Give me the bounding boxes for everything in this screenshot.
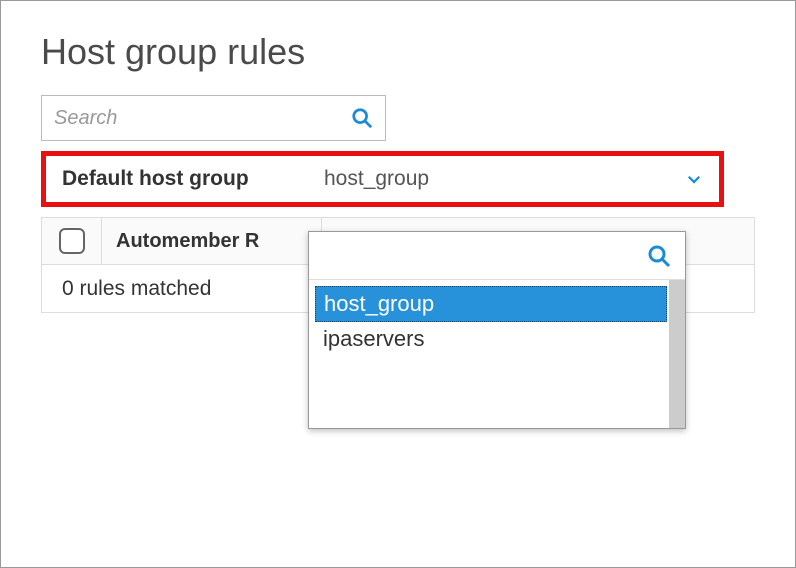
search-icon[interactable] (351, 107, 373, 129)
rules-matched-status: 0 rules matched (42, 277, 231, 301)
select-all-cell (42, 218, 102, 264)
search-bar (41, 95, 386, 141)
default-host-group-dropdown[interactable]: host_group (308, 156, 719, 202)
select-all-checkbox[interactable] (59, 228, 85, 254)
scrollbar[interactable] (669, 280, 685, 428)
column-header-automember[interactable]: Automember R (102, 218, 322, 264)
page-title: Host group rules (41, 31, 755, 73)
default-host-group-label: Default host group (46, 156, 308, 202)
search-input[interactable] (54, 107, 351, 130)
dropdown-filter-bar[interactable] (309, 232, 685, 280)
dropdown-options-list: host_group ipaservers (309, 280, 685, 428)
chevron-down-icon (685, 170, 703, 188)
dropdown-option-ipaservers[interactable]: ipaservers (309, 322, 685, 356)
dropdown-option-host-group[interactable]: host_group (315, 286, 667, 322)
default-host-group-row: Default host group host_group (41, 151, 724, 207)
dropdown-selected-value: host_group (324, 167, 429, 191)
search-icon (647, 244, 671, 268)
dropdown-options-panel: host_group ipaservers (308, 231, 686, 429)
